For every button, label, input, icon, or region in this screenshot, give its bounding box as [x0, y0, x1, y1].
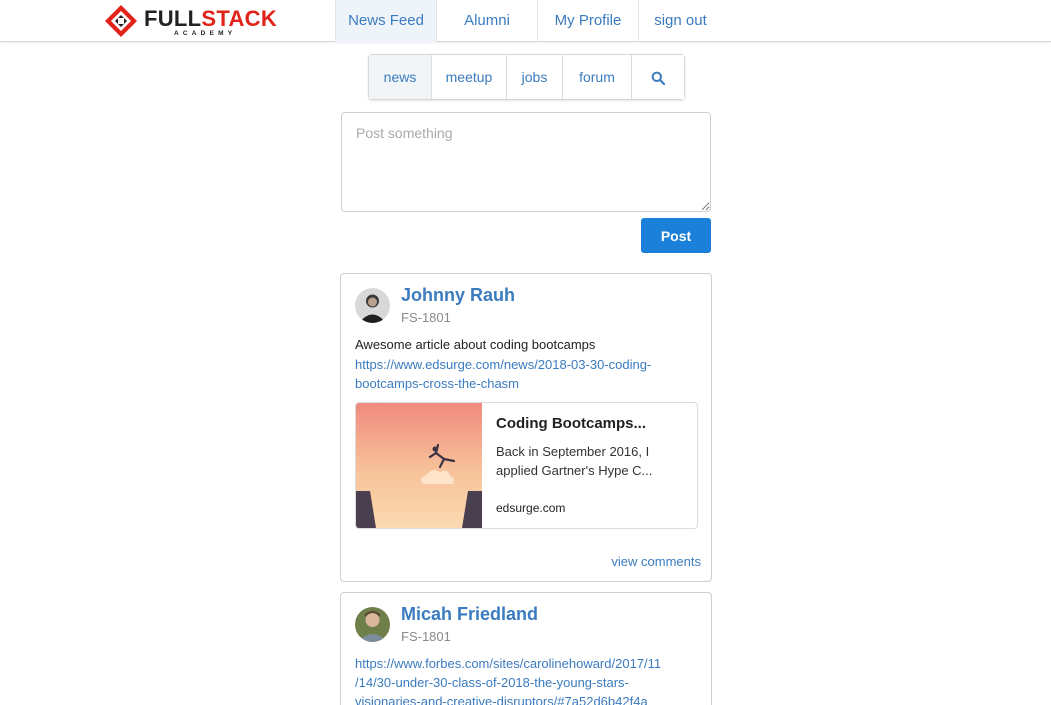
nav-sign-out[interactable]: sign out	[638, 0, 722, 42]
post-body-text: Awesome article about coding bootcamps	[355, 337, 596, 352]
avatar[interactable]	[355, 288, 390, 323]
main-nav: News Feed Alumni My Profile sign out	[335, 0, 722, 42]
link-preview[interactable]: Coding Bootcamps... Back in September 20…	[355, 402, 698, 529]
nav-alumni[interactable]: Alumni	[436, 0, 537, 42]
post-author[interactable]: Micah Friedland	[401, 604, 538, 625]
post-button[interactable]: Post	[641, 218, 711, 253]
avatar-photo	[355, 607, 390, 642]
avatar[interactable]	[355, 607, 390, 642]
search-icon	[651, 71, 666, 86]
preview-description: Back in September 2016, I applied Gartne…	[496, 444, 653, 478]
preview-title: Coding Bootcamps...	[496, 415, 646, 432]
fullstack-logo[interactable]: FULLSTACK ACADEMY	[104, 4, 278, 38]
tab-news[interactable]: news	[369, 55, 432, 99]
post-link[interactable]: https://www.edsurge.com/news/2018-03-30-…	[355, 355, 695, 393]
post-link[interactable]: https://www.forbes.com/sites/carolinehow…	[355, 654, 695, 705]
post-cohort: FS-1801	[401, 629, 451, 644]
fullstack-logo-icon	[105, 5, 137, 37]
post-composer-input[interactable]	[341, 112, 711, 212]
feed-tabs: news meetup jobs forum	[368, 54, 685, 100]
preview-image	[356, 403, 482, 528]
feed-post-card: Johnny Rauh FS-1801 Awesome article abou…	[340, 273, 712, 582]
nav-my-profile[interactable]: My Profile	[537, 0, 638, 42]
tab-forum[interactable]: forum	[563, 55, 632, 99]
feed-post-card: Micah Friedland FS-1801 https://www.forb…	[340, 592, 712, 705]
avatar-photo	[355, 288, 390, 323]
nav-news-feed[interactable]: News Feed	[335, 0, 436, 42]
preview-site: edsurge.com	[496, 501, 566, 515]
logo-wordmark: FULLSTACK	[144, 6, 278, 31]
top-navbar: FULLSTACK ACADEMY News Feed Alumni My Pr…	[0, 0, 1051, 42]
view-comments-link[interactable]: view comments	[611, 554, 701, 569]
tab-meetup[interactable]: meetup	[432, 55, 507, 99]
tab-jobs[interactable]: jobs	[507, 55, 563, 99]
tab-search[interactable]	[632, 55, 684, 99]
logo-subtitle: ACADEMY	[174, 30, 237, 37]
post-cohort: FS-1801	[401, 310, 451, 325]
post-author[interactable]: Johnny Rauh	[401, 285, 515, 306]
